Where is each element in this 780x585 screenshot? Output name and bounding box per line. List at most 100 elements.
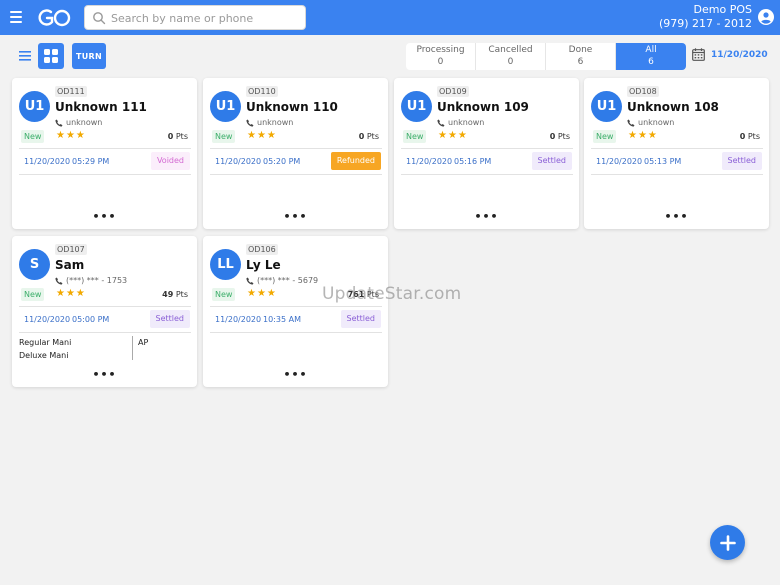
tab-label: Processing (416, 45, 465, 55)
divider (401, 174, 573, 175)
add-order-button[interactable] (710, 525, 745, 560)
order-card[interactable]: S OD107 Sam (***) *** - 1753 New ★★★ 49 … (12, 236, 197, 387)
more-options-button[interactable]: ••• (283, 210, 307, 223)
customer-name: Unknown 110 (246, 100, 338, 114)
customer-name: Sam (55, 258, 85, 272)
phone-icon (55, 277, 63, 285)
grid-icon (44, 49, 58, 63)
calendar-icon (692, 48, 705, 61)
points-unit: Pts (175, 132, 188, 141)
service-staff: AP (138, 338, 149, 347)
phone-text: (***) *** - 1753 (66, 276, 128, 285)
tab-processing[interactable]: Processing 0 (406, 43, 476, 70)
points-value: 0 (739, 132, 746, 141)
order-time: 05:20 PM (263, 157, 301, 166)
customer-tag: New (593, 130, 617, 143)
divider (591, 148, 763, 149)
divider (19, 174, 191, 175)
points-unit: Pts (557, 132, 570, 141)
order-card[interactable]: U1 OD111 Unknown 111 unknown New ★★★ 0 P… (12, 78, 197, 229)
more-options-button[interactable]: ••• (92, 210, 116, 223)
customer-name: Unknown 108 (627, 100, 719, 114)
tab-done[interactable]: Done 6 (546, 43, 616, 70)
status-badge: Voided (150, 152, 190, 170)
account-icon[interactable] (758, 9, 774, 25)
more-options-button[interactable]: ••• (92, 368, 116, 381)
logo-icon (38, 9, 71, 27)
status-badge: Settled (340, 310, 381, 328)
order-id: OD110 (246, 86, 278, 97)
rating-stars: ★★★ (628, 130, 658, 141)
avatar: S (19, 249, 50, 280)
phone-icon (627, 119, 635, 127)
points-unit: Pts (366, 132, 379, 141)
phone-icon (246, 119, 254, 127)
grid-view-button[interactable] (38, 43, 64, 69)
order-time: 05:29 PM (72, 157, 110, 166)
phone-text: unknown (638, 118, 675, 127)
customer-phone: (***) *** - 1753 (55, 276, 127, 285)
tab-count: 0 (507, 57, 514, 67)
list-view-button[interactable] (12, 43, 38, 69)
avatar: U1 (591, 91, 622, 122)
store-phone: (979) 217 - 2012 (658, 17, 752, 30)
date-picker[interactable]: 11/20/2020 (692, 48, 768, 61)
search-box[interactable] (84, 5, 306, 30)
avatar: U1 (210, 91, 241, 122)
order-date: 11/20/2020 (24, 315, 71, 324)
store-name: Demo POS (693, 3, 752, 16)
points-unit: Pts (747, 132, 760, 141)
order-date: 11/20/2020 (406, 157, 453, 166)
status-filter-tabs: Processing 0 Cancelled 0 Done 6 All 6 (406, 43, 686, 70)
search-icon (93, 12, 106, 25)
order-id: OD106 (246, 244, 278, 255)
divider (210, 174, 382, 175)
divider (401, 148, 573, 149)
store-info: Demo POS (979) 217 - 2012 (659, 3, 752, 31)
divider (19, 332, 191, 333)
menu-icon[interactable] (10, 11, 22, 23)
avatar: U1 (401, 91, 432, 122)
tab-cancelled[interactable]: Cancelled 0 (476, 43, 546, 70)
divider (210, 306, 382, 307)
points: 0 Pts (550, 132, 570, 141)
phone-icon (246, 277, 254, 285)
divider (210, 332, 382, 333)
divider (19, 148, 191, 149)
customer-phone: unknown (246, 118, 293, 127)
order-card[interactable]: LL OD106 Ly Le (***) *** - 5679 New ★★★ … (203, 236, 388, 387)
customer-name: Unknown 109 (437, 100, 529, 114)
points-value: 0 (549, 132, 556, 141)
order-card[interactable]: U1 OD110 Unknown 110 unknown New ★★★ 0 P… (203, 78, 388, 229)
tab-count: 6 (577, 57, 584, 67)
customer-phone: unknown (55, 118, 102, 127)
phone-text: unknown (66, 118, 103, 127)
points: 49 Pts (162, 290, 188, 299)
tab-label: Done (568, 45, 593, 55)
turn-button[interactable]: TURN (72, 43, 106, 69)
tab-label: Cancelled (488, 45, 533, 55)
tab-all[interactable]: All 6 (616, 43, 686, 70)
more-options-button[interactable]: ••• (474, 210, 498, 223)
points-value: 0 (358, 132, 365, 141)
order-date: 11/20/2020 (215, 157, 262, 166)
more-options-button[interactable]: ••• (664, 210, 688, 223)
status-badge: Settled (149, 310, 190, 328)
customer-name: Ly Le (246, 258, 281, 272)
status-badge: Settled (531, 152, 572, 170)
customer-tag: New (403, 130, 427, 143)
divider (19, 306, 191, 307)
status-badge: Settled (721, 152, 762, 170)
rating-stars: ★★★ (56, 130, 86, 141)
more-options-button[interactable]: ••• (283, 368, 307, 381)
phone-icon (437, 119, 445, 127)
order-card[interactable]: U1 OD108 Unknown 108 unknown New ★★★ 0 P… (584, 78, 769, 229)
tab-label: All (645, 45, 657, 55)
customer-phone: unknown (627, 118, 674, 127)
avatar: U1 (19, 91, 50, 122)
rating-stars: ★★★ (56, 288, 86, 299)
search-input[interactable] (111, 8, 301, 28)
points-value: 49 (162, 290, 174, 299)
points-value: 0 (167, 132, 174, 141)
order-card[interactable]: U1 OD109 Unknown 109 unknown New ★★★ 0 P… (394, 78, 579, 229)
